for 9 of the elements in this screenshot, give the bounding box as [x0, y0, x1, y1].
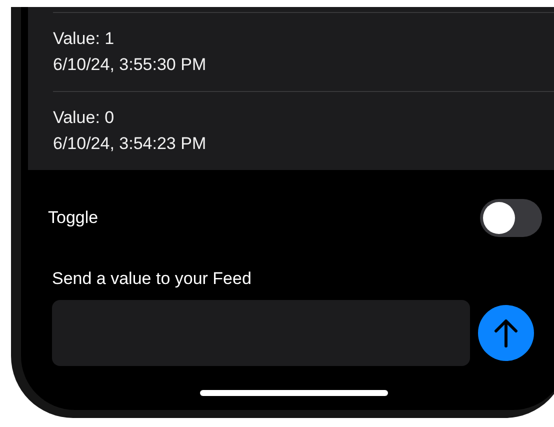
toggle-switch[interactable] [480, 199, 542, 237]
reading-timestamp: 6/10/24, 3:54:23 PM [53, 133, 206, 155]
reading-timestamp: 6/10/24, 3:55:30 PM [53, 54, 206, 76]
toggle-label: Toggle [48, 207, 98, 229]
reading-value: Value: 1 [53, 28, 114, 50]
reading-value: Value: 0 [53, 107, 114, 129]
input-field[interactable] [52, 300, 470, 366]
arrow-up-icon [493, 318, 519, 348]
send-label: Send a value to your Feed [52, 268, 252, 290]
